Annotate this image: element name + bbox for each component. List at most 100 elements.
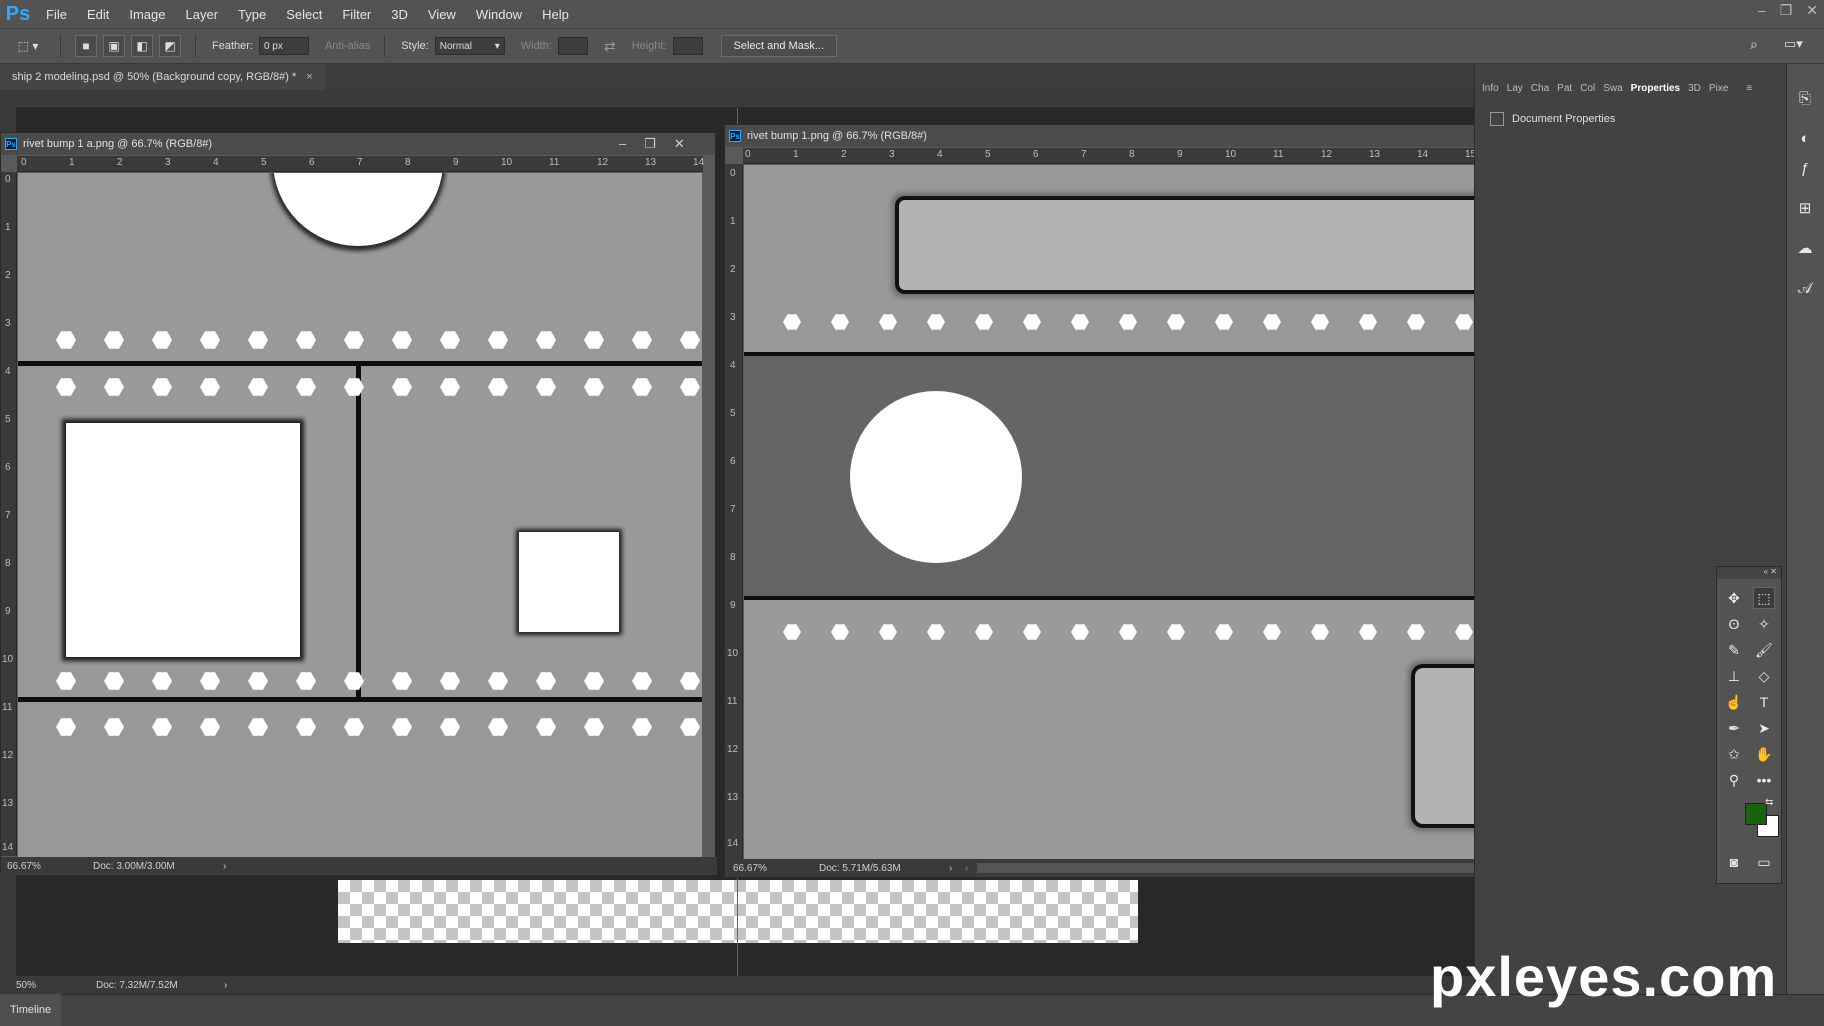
styles-icon[interactable]: ƒ xyxy=(1795,158,1815,178)
tab-info[interactable]: Info xyxy=(1482,83,1499,94)
panel-menu-icon[interactable]: ≡ xyxy=(1746,83,1752,94)
foreground-color-swatch[interactable] xyxy=(1745,803,1767,825)
search-icon[interactable]: ⌕ xyxy=(1750,36,1758,53)
chevron-right-icon[interactable]: › xyxy=(224,980,227,991)
chevron-right-icon[interactable]: › xyxy=(949,863,965,874)
move-tool-icon[interactable]: ✥ xyxy=(1723,587,1745,609)
ruler-tick: 9 xyxy=(1177,149,1183,160)
libraries-icon[interactable]: ⊞ xyxy=(1795,198,1815,218)
feather-input[interactable]: 0 px xyxy=(258,37,309,55)
hand-tool-icon[interactable]: ✋ xyxy=(1753,743,1775,765)
rivet xyxy=(296,672,316,690)
ruler-tick: 13 xyxy=(1369,149,1381,160)
height-input[interactable] xyxy=(672,37,703,55)
eraser-tool-icon[interactable]: ◇ xyxy=(1753,665,1775,687)
menu-type[interactable]: Type xyxy=(228,0,276,28)
document-tab[interactable]: ship 2 modeling.psd @ 50% (Background co… xyxy=(0,64,325,90)
smudge-tool-icon[interactable]: ☝ xyxy=(1723,691,1745,713)
tab-swatches[interactable]: Swa xyxy=(1603,83,1622,94)
adjustments-icon[interactable]: ◐ xyxy=(1795,128,1815,148)
subtract-selection-icon[interactable]: ◧ xyxy=(131,35,153,57)
anti-alias-checkbox[interactable]: Anti-alias xyxy=(325,40,370,52)
left-window-title: rivet bump 1 a.png @ 66.7% (RGB/8#) xyxy=(23,138,213,150)
rivet xyxy=(536,672,556,690)
style-select[interactable]: Normal ▾ xyxy=(434,37,505,55)
tab-layers[interactable]: Lay xyxy=(1507,83,1523,94)
rivet xyxy=(831,314,849,330)
close-icon[interactable]: ✕ xyxy=(674,136,685,152)
restore-button[interactable]: ❐ xyxy=(1780,2,1793,19)
close-icon[interactable]: × xyxy=(306,71,312,83)
menu-window[interactable]: Window xyxy=(466,0,532,28)
right-zoom-value[interactable]: 66.67% xyxy=(733,863,819,874)
menu-edit[interactable]: Edit xyxy=(77,0,119,28)
pen-tool-icon[interactable]: ✒ xyxy=(1723,717,1745,739)
timeline-tab[interactable]: Timeline xyxy=(0,994,62,1026)
lasso-tool-icon[interactable]: ʘ xyxy=(1723,613,1745,635)
tab-color[interactable]: Col xyxy=(1580,83,1595,94)
minimize-icon[interactable]: – xyxy=(619,136,626,152)
add-selection-icon[interactable]: ▣ xyxy=(103,35,125,57)
width-input[interactable] xyxy=(557,37,588,55)
menu-file[interactable]: File xyxy=(36,0,77,28)
marquee-tool-preset-icon[interactable]: ⬚ ▾ xyxy=(10,35,46,57)
tab-3d[interactable]: 3D xyxy=(1688,83,1701,94)
ruler-tick: 0 xyxy=(21,157,27,168)
workspace-icon[interactable]: ▭▾ xyxy=(1784,36,1803,52)
select-and-mask-button[interactable]: Select and Mask... xyxy=(720,35,838,57)
menu-layer[interactable]: Layer xyxy=(176,0,229,28)
left-canvas[interactable] xyxy=(18,173,702,857)
zoom-tool-icon[interactable]: ⚲ xyxy=(1723,769,1745,791)
rivet xyxy=(488,378,508,396)
ruler-tick: 5 xyxy=(5,414,11,425)
ruler-tick: 8 xyxy=(730,552,736,563)
magic-wand-icon[interactable]: ✧ xyxy=(1753,613,1775,635)
close-button[interactable]: ✕ xyxy=(1806,2,1818,19)
quick-mask-icon[interactable]: ◙ xyxy=(1723,851,1745,873)
menu-filter[interactable]: Filter xyxy=(332,0,381,28)
history-icon[interactable]: ⎘ xyxy=(1795,88,1815,108)
divider-line xyxy=(18,697,702,702)
menu-image[interactable]: Image xyxy=(119,0,175,28)
new-selection-icon[interactable]: ■ xyxy=(75,35,97,57)
ruler-tick: 2 xyxy=(730,264,736,275)
rivet xyxy=(440,331,460,349)
rivet xyxy=(1023,624,1041,640)
tab-properties[interactable]: Properties xyxy=(1631,83,1680,94)
rivet xyxy=(680,378,700,396)
chevron-left-icon[interactable]: ‹ xyxy=(965,863,973,874)
shape-tool-icon[interactable]: ✩ xyxy=(1723,743,1745,765)
rivet xyxy=(440,718,460,736)
ruler-tick: 3 xyxy=(5,318,11,329)
intersect-selection-icon[interactable]: ◩ xyxy=(159,35,181,57)
maximize-icon[interactable]: ❐ xyxy=(644,136,656,152)
path-selection-icon[interactable]: ➤ xyxy=(1753,717,1775,739)
chevron-right-icon[interactable]: › xyxy=(223,861,226,872)
tab-paths[interactable]: Pat xyxy=(1557,83,1572,94)
minimize-button[interactable]: – xyxy=(1758,2,1766,19)
brush-tool-icon[interactable]: 🖌 xyxy=(1753,639,1775,661)
type-tool-icon[interactable]: T xyxy=(1753,691,1775,713)
glyphs-icon[interactable]: 𝒜 xyxy=(1795,278,1815,298)
swap-colors-icon[interactable]: ⇆ xyxy=(1765,797,1773,808)
ruler-tick: 2 xyxy=(5,270,11,281)
menu-select[interactable]: Select xyxy=(276,0,332,28)
menu-3d[interactable]: 3D xyxy=(381,0,418,28)
menu-view[interactable]: View xyxy=(418,0,466,28)
creative-cloud-icon[interactable]: ☁ xyxy=(1795,238,1815,258)
tab-pixel[interactable]: Pixe xyxy=(1709,83,1728,94)
stamp-tool-icon[interactable]: ⊥ xyxy=(1723,665,1745,687)
horizontal-scrollbar[interactable] xyxy=(977,863,1499,873)
tab-channels[interactable]: Cha xyxy=(1531,83,1549,94)
menu-help[interactable]: Help xyxy=(532,0,579,28)
tools-header[interactable]: « ✕ xyxy=(1717,567,1781,579)
left-zoom-value[interactable]: 66.67% xyxy=(7,861,93,872)
ruler-tick: 10 xyxy=(727,648,739,659)
left-window-titlebar[interactable]: Ps rivet bump 1 a.png @ 66.7% (RGB/8#) xyxy=(1,133,715,155)
main-zoom-value[interactable]: 50% xyxy=(16,980,96,991)
eyedropper-icon[interactable]: ✎ xyxy=(1723,639,1745,661)
screen-mode-icon[interactable]: ▭ xyxy=(1753,851,1775,873)
more-tools-icon[interactable]: ••• xyxy=(1753,769,1775,791)
swap-dimensions-icon[interactable]: ⇄ xyxy=(604,38,616,55)
marquee-tool-icon[interactable]: ⬚ xyxy=(1753,587,1775,609)
